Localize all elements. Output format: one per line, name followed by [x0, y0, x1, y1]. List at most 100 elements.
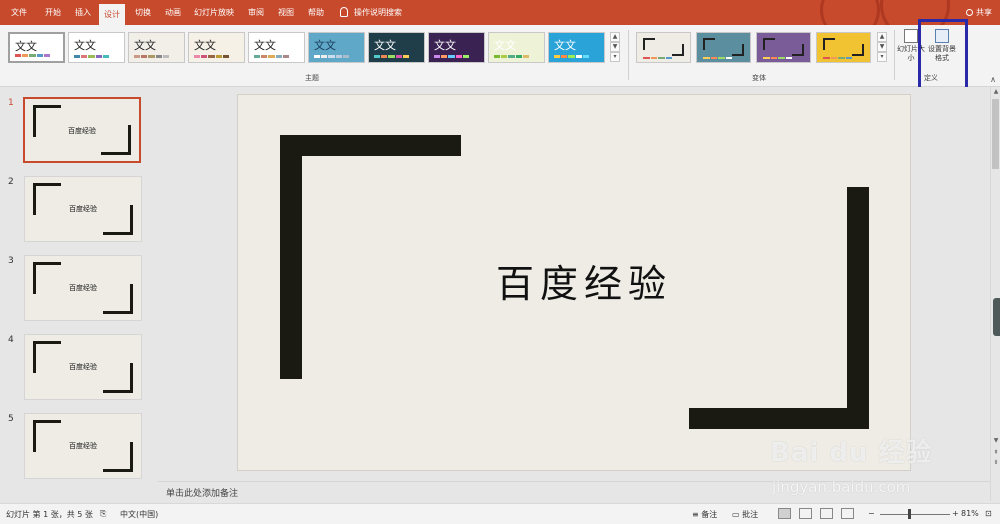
color-swatch — [275, 55, 282, 58]
gallery-down-icon[interactable]: ▼ — [610, 42, 620, 52]
share-button[interactable]: 共享 — [966, 0, 992, 25]
fit-to-window-icon[interactable]: ⊡ — [985, 509, 992, 518]
tell-me-search[interactable]: 操作说明搜索 — [340, 0, 402, 25]
theme-thumbnail[interactable]: 文文 — [128, 32, 185, 63]
frame-corner — [703, 38, 715, 50]
tab-1[interactable]: 开始 — [38, 0, 68, 25]
color-swatch — [328, 55, 335, 58]
color-swatch — [134, 55, 141, 58]
color-swatch — [88, 55, 95, 58]
theme-color-bars — [554, 55, 590, 58]
color-swatch — [703, 57, 710, 59]
zoom-out-icon[interactable]: − — [868, 509, 875, 518]
color-swatch — [455, 55, 462, 58]
gallery-up-icon[interactable]: ▲ — [877, 32, 887, 42]
zoom-slider[interactable] — [880, 514, 950, 515]
theme-thumbnail[interactable]: 文文 — [548, 32, 605, 63]
zoom-in-icon[interactable]: + — [952, 509, 959, 518]
language-indicator[interactable]: 中文(中国) — [120, 509, 158, 520]
collapse-ribbon-icon[interactable]: ∧ — [990, 75, 996, 84]
theme-sample-text: 文文 — [554, 39, 576, 52]
scrollbar-thumb[interactable] — [992, 99, 999, 169]
design-ribbon: 文文 文文 文文 文文 文文 文文 文文 文文 文文 文文 ▲ ▼ ▾ 主题 ▲ ▼ ▾ 变体 幻… — [0, 25, 1000, 87]
notes-pane[interactable]: 单击此处添加备注 — [158, 481, 990, 501]
spellcheck-icon[interactable]: ⎘ — [100, 509, 106, 519]
tab-8[interactable]: 视图 — [271, 0, 301, 25]
slide-thumbnail[interactable]: 百度经验 — [24, 334, 142, 400]
previous-slide-icon[interactable]: ⇞ — [991, 449, 1000, 456]
frame-corner — [763, 38, 775, 50]
color-swatch — [582, 55, 590, 58]
zoom-slider-knob[interactable] — [908, 509, 912, 519]
variant-thumbnail[interactable] — [756, 32, 811, 63]
slide-thumbnail[interactable]: 百度经验 — [23, 97, 141, 163]
notes-button[interactable]: ≡ 备注 — [692, 509, 717, 520]
vertical-scrollbar[interactable]: ▲ ▼ ⇞ ⇟ — [990, 87, 1000, 501]
share-label: 共享 — [976, 8, 992, 17]
variant-thumbnail[interactable] — [816, 32, 871, 63]
gallery-up-icon[interactable]: ▲ — [610, 32, 620, 42]
color-swatch — [208, 55, 215, 58]
frame-top-left-horizontal — [280, 135, 461, 156]
color-swatch — [36, 54, 43, 57]
tab-7[interactable]: 审阅 — [241, 0, 271, 25]
variant-thumbnail[interactable] — [696, 32, 751, 63]
tab-3[interactable]: 设计 — [99, 4, 125, 25]
theme-sample-text: 文文 — [314, 39, 336, 52]
theme-thumbnail[interactable]: 文文 — [248, 32, 305, 63]
slide-thumbnail[interactable]: 百度经验 — [24, 413, 142, 479]
slide-sorter-view-button[interactable] — [799, 508, 812, 519]
tab-2[interactable]: 插入 — [68, 0, 98, 25]
frame-bottom-right-vertical — [847, 187, 869, 429]
tab-6[interactable]: 幻灯片放映 — [190, 0, 238, 25]
theme-sample-text: 文文 — [194, 39, 216, 52]
theme-thumbnail[interactable]: 文文 — [428, 32, 485, 63]
variant-color-bars — [823, 57, 853, 59]
reading-view-button[interactable] — [820, 508, 833, 519]
tab-9[interactable]: 帮助 — [301, 0, 331, 25]
tab-5[interactable]: 动画 — [158, 0, 188, 25]
main-slide[interactable]: 百度经验 — [237, 94, 911, 471]
color-swatch — [522, 55, 530, 58]
theme-thumbnail[interactable]: 文文 — [368, 32, 425, 63]
theme-thumbnail[interactable]: 文文 — [188, 32, 245, 63]
themes-gallery-scroll[interactable]: ▲ ▼ ▾ — [610, 32, 620, 63]
variant-frame — [823, 38, 864, 56]
scroll-down-icon[interactable]: ▼ — [991, 437, 1000, 444]
variant-frame — [643, 38, 684, 56]
slide-size-icon — [904, 29, 918, 43]
slide-thumbnail[interactable]: 百度经验 — [24, 255, 142, 321]
side-panel-tab[interactable] — [993, 298, 1000, 336]
color-swatch — [830, 57, 837, 59]
slide-title[interactable]: 百度经验 — [238, 253, 910, 308]
variant-thumbnail[interactable] — [636, 32, 691, 63]
color-swatch — [838, 57, 845, 59]
color-swatch — [74, 55, 81, 58]
variants-gallery-scroll[interactable]: ▲ ▼ ▾ — [877, 32, 887, 63]
scroll-up-icon[interactable]: ▲ — [991, 88, 1000, 95]
tab-4[interactable]: 切换 — [128, 0, 158, 25]
theme-thumbnail[interactable]: 文文 — [308, 32, 365, 63]
color-swatch — [141, 55, 148, 58]
comments-button[interactable]: ▭ 批注 — [732, 509, 758, 520]
normal-view-button[interactable] — [778, 508, 791, 519]
theme-thumbnail[interactable]: 文文 — [8, 32, 65, 63]
gallery-more-icon[interactable]: ▾ — [610, 52, 620, 62]
slide-thumbnail[interactable]: 百度经验 — [24, 176, 142, 242]
gallery-down-icon[interactable]: ▼ — [877, 42, 887, 52]
theme-sample-text: 文文 — [374, 39, 396, 52]
color-swatch — [261, 55, 268, 58]
slideshow-view-button[interactable] — [841, 508, 854, 519]
next-slide-icon[interactable]: ⇟ — [991, 459, 1000, 466]
color-swatch — [643, 57, 650, 59]
color-swatch — [374, 55, 381, 58]
tab-0[interactable]: 文件 — [4, 0, 34, 25]
zoom-level[interactable]: 81% — [961, 509, 979, 518]
thumbnail-title: 百度经验 — [69, 363, 97, 371]
theme-sample-text: 文文 — [494, 39, 516, 52]
gallery-more-icon[interactable]: ▾ — [877, 52, 887, 62]
theme-thumbnail[interactable]: 文文 — [68, 32, 125, 63]
theme-thumbnail[interactable]: 文文 — [488, 32, 545, 63]
notes-button-label: 备注 — [701, 510, 718, 519]
slide-thumbnail-pane: 1 百度经验 2 百度经验 3 百度经验 4 百度经验 5 百度经验 — [0, 87, 158, 501]
